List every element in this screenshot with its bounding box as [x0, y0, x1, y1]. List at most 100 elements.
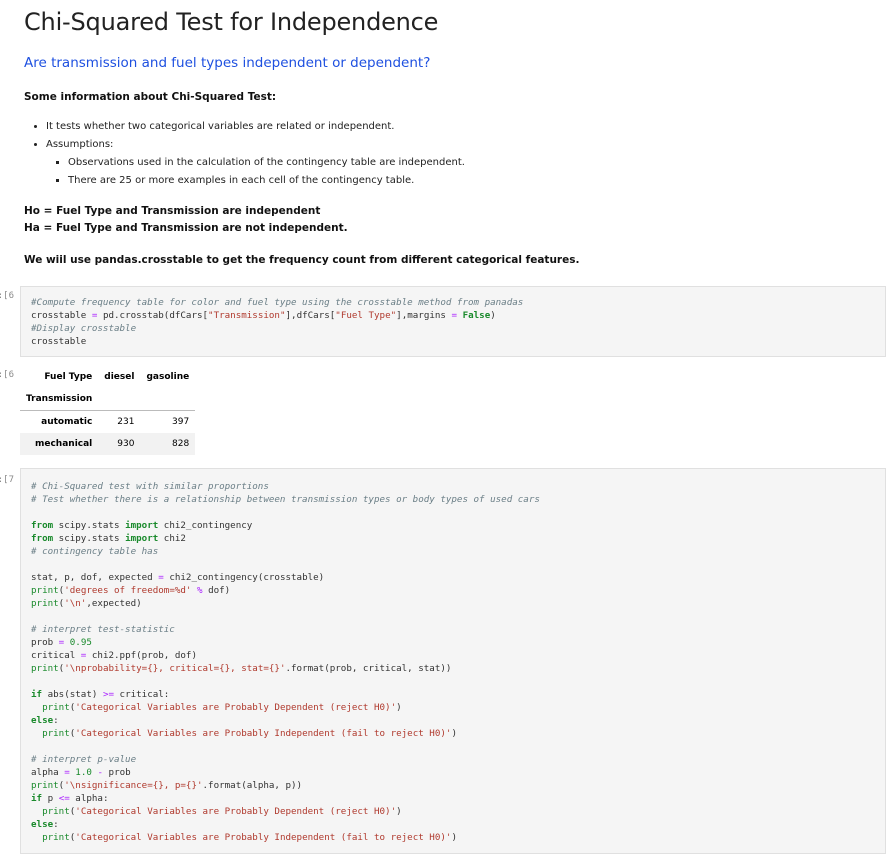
- code-text: :: [53, 715, 59, 726]
- code-string: '\n': [64, 598, 87, 609]
- code-text: alpha:: [69, 793, 109, 804]
- table-cell: 397: [172, 417, 190, 427]
- code-cell-crosstab[interactable]: #Compute frequency table for color and f…: [20, 286, 886, 357]
- code-string: "Transmission": [208, 310, 286, 321]
- code-builtin: print: [42, 806, 70, 817]
- code-operator: =: [64, 767, 70, 778]
- code-comment: #Compute frequency table for color and f…: [31, 297, 524, 308]
- code-number: 0.95: [69, 637, 92, 648]
- code-text: dof): [208, 585, 231, 596]
- code-operator: >=: [102, 689, 115, 700]
- code-keyword: else: [31, 819, 54, 830]
- code-text: prob: [103, 767, 131, 778]
- cell-prompt: 6]:: [0, 370, 14, 380]
- crosstab-table: Fuel Type diesel gasoline Transmission a…: [20, 366, 196, 455]
- code-builtin: print: [31, 598, 59, 609]
- code-text: stat, p, dof, expected: [31, 572, 159, 583]
- code-text: alpha: [31, 767, 65, 778]
- code-text: :: [53, 819, 59, 830]
- code-keyword: from: [31, 520, 54, 531]
- column-header: diesel: [104, 372, 135, 382]
- code-comment: # interpret p-value: [31, 754, 137, 765]
- info-bullet-list: It tests whether two categorical variabl…: [24, 118, 465, 190]
- code-cell-chi2[interactable]: # Chi-Squared test with similar proporti…: [20, 468, 886, 854]
- code-string: 'Categorical Variables are Probably Inde…: [75, 728, 452, 739]
- table-cell: 231: [117, 417, 135, 427]
- code-operator: =: [58, 637, 65, 648]
- code-builtin: print: [31, 663, 59, 674]
- code-text: scipy.stats: [53, 520, 126, 531]
- code-number: 1.0: [75, 767, 92, 778]
- code-text: chi2_contingency: [158, 520, 253, 531]
- code-text: .format(prob, critical, stat)): [285, 663, 452, 674]
- code-comment: # interpret test-statistic: [31, 624, 175, 635]
- code-builtin: print: [42, 702, 70, 713]
- code-operator: <=: [58, 793, 70, 804]
- code-builtin: print: [31, 780, 59, 791]
- row-label: automatic: [41, 417, 93, 427]
- table-row: mechanical 930 828: [20, 433, 196, 455]
- code-editor[interactable]: #Compute frequency table for color and f…: [21, 287, 885, 348]
- index-name-header: Transmission: [20, 388, 99, 411]
- code-string: 'Categorical Variables are Probably Inde…: [75, 832, 452, 843]
- cell-prompt: 6]:: [0, 291, 14, 301]
- code-keyword: if: [31, 689, 43, 700]
- assumptions-list: Observations used in the calculation of …: [46, 154, 465, 190]
- code-text: ): [451, 832, 457, 843]
- code-keyword: else: [31, 715, 54, 726]
- list-item-label: Assumptions:: [46, 139, 114, 150]
- code-text: ],margins: [396, 310, 452, 321]
- code-text: ): [490, 310, 496, 321]
- crosstab-note: We wiil use pandas.crosstable to get the…: [24, 254, 580, 266]
- code-builtin: print: [31, 585, 59, 596]
- code-keyword: from: [31, 533, 54, 544]
- code-text: ],dfCars[: [285, 310, 336, 321]
- code-text: chi2_contingency(crosstable): [163, 572, 325, 583]
- code-string: 'Categorical Variables are Probably Depe…: [75, 806, 397, 817]
- list-item: Assumptions: Observations used in the ca…: [46, 136, 465, 190]
- code-comment: # Test whether there is a relationship b…: [31, 494, 540, 505]
- list-item: There are 25 or more examples in each ce…: [68, 172, 465, 190]
- code-text: chi2: [158, 533, 186, 544]
- code-text: pd.crosstab(dfCars[: [97, 310, 209, 321]
- code-editor[interactable]: # Chi-Squared test with similar proporti…: [21, 469, 885, 844]
- code-text: critical:: [114, 689, 170, 700]
- column-header: gasoline: [146, 372, 190, 382]
- row-label: mechanical: [20, 433, 99, 455]
- code-text: ): [451, 728, 457, 739]
- null-hypothesis: Ho = Fuel Type and Transmission are inde…: [24, 205, 321, 217]
- cell-prompt: 7]:: [0, 475, 14, 485]
- code-text: abs(stat): [42, 689, 103, 700]
- code-text: p: [42, 793, 59, 804]
- code-text: crosstable: [31, 310, 92, 321]
- column-axis-label: Fuel Type: [44, 372, 93, 382]
- table-row: automatic 231 397: [20, 411, 195, 434]
- code-builtin: print: [42, 832, 70, 843]
- table-cell: 828: [140, 433, 196, 455]
- code-text: ,expected): [86, 598, 142, 609]
- code-string: 'degrees of freedom=%d': [64, 585, 192, 596]
- code-keyword: import: [125, 520, 159, 531]
- code-operator: %: [191, 585, 209, 596]
- code-text: crosstable: [31, 336, 87, 347]
- code-keyword: if: [31, 793, 43, 804]
- code-text: critical: [31, 650, 81, 661]
- list-item: Observations used in the calculation of …: [68, 154, 465, 172]
- table-cell: 930: [98, 433, 141, 455]
- code-text: prob: [31, 637, 59, 648]
- section-subtitle: Are transmission and fuel types independ…: [24, 55, 431, 71]
- code-text: ): [396, 702, 402, 713]
- code-keyword: import: [125, 533, 159, 544]
- list-item: It tests whether two categorical variabl…: [46, 118, 465, 136]
- code-text: .format(alpha, p)): [202, 780, 303, 791]
- code-keyword: False: [462, 310, 491, 321]
- code-comment: #Display crosstable: [31, 323, 137, 334]
- page-title: Chi-Squared Test for Independence: [24, 8, 439, 36]
- code-text: chi2.ppf(prob, dof): [86, 650, 197, 661]
- code-comment: # Chi-Squared test with similar proporti…: [31, 481, 269, 492]
- code-string: 'Categorical Variables are Probably Depe…: [75, 702, 397, 713]
- code-builtin: print: [42, 728, 70, 739]
- code-comment: # contingency table has: [31, 546, 159, 557]
- alt-hypothesis: Ha = Fuel Type and Transmission are not …: [24, 222, 348, 234]
- info-heading: Some information about Chi-Squared Test:: [24, 91, 277, 103]
